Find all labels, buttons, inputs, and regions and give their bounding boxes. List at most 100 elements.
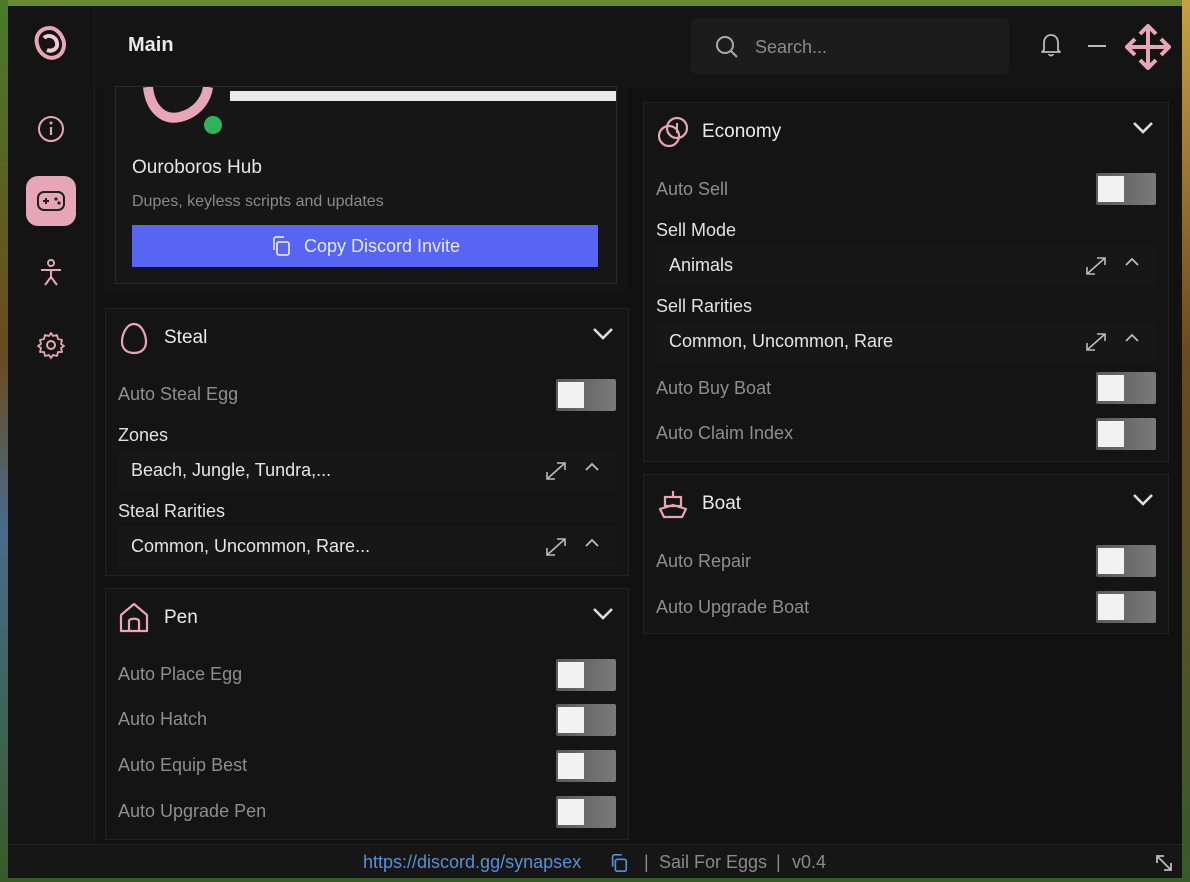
economy-panel: Economy Auto Sell Sell Mode Animals Sell… (643, 102, 1169, 462)
game-name: Sail For Eggs (659, 852, 768, 872)
chevron-down-icon[interactable] (1132, 121, 1154, 135)
discord-server-name: Ouroboros Hub (132, 157, 262, 178)
bell-icon[interactable] (1039, 32, 1063, 58)
steal-rarities-value: Common, Uncommon, Rare... (131, 536, 371, 556)
main-content: Ouroboros Hub Dupes, keyless scripts and… (95, 86, 1182, 844)
auto-upgrade-boat-label: Auto Upgrade Boat (656, 597, 810, 617)
gear-icon (37, 332, 65, 359)
search-icon (716, 36, 738, 58)
resize-icon[interactable] (1154, 853, 1174, 873)
online-status-dot (201, 113, 225, 137)
discord-banner (230, 91, 616, 101)
toggle-knob (558, 707, 584, 733)
chevron-down-icon[interactable] (1132, 493, 1154, 507)
house-icon (119, 602, 149, 633)
toggle-knob (1098, 421, 1124, 447)
expand-icon[interactable] (1084, 331, 1108, 353)
steal-panel: Steal Auto Steal Egg Zones Beach, Jungle… (105, 308, 629, 576)
coins-icon (657, 116, 689, 148)
expand-icon[interactable] (544, 460, 568, 482)
page-title: Main (128, 34, 174, 56)
toggle-knob (558, 753, 584, 779)
boat-icon (658, 491, 688, 519)
zones-value: Beach, Jungle, Tundra,... (131, 460, 332, 480)
chevron-up-icon[interactable] (1124, 333, 1140, 343)
steal-header[interactable]: Steal (106, 309, 628, 367)
copy-link-icon[interactable] (609, 853, 629, 873)
search-input[interactable] (753, 32, 997, 62)
auto-buy-boat-toggle[interactable] (1096, 372, 1156, 404)
pen-title: Pen (164, 607, 198, 628)
chevron-up-icon[interactable] (584, 538, 600, 548)
auto-equip-best-toggle[interactable] (556, 750, 616, 782)
discord-card: Ouroboros Hub Dupes, keyless scripts and… (115, 86, 617, 284)
auto-sell-label: Auto Sell (656, 179, 729, 199)
sidebar-item-settings[interactable] (26, 320, 76, 370)
chevron-down-icon[interactable] (592, 327, 614, 341)
auto-claim-index-label: Auto Claim Index (656, 423, 794, 443)
gamepad-icon (37, 191, 65, 211)
footer-separator: | (776, 852, 781, 872)
toggle-knob (558, 799, 584, 825)
search-box[interactable] (691, 18, 1009, 74)
boat-header[interactable]: Boat (644, 475, 1168, 533)
auto-claim-index-toggle[interactable] (1096, 418, 1156, 450)
chevron-up-icon[interactable] (584, 462, 600, 472)
sidebar-item-player[interactable] (26, 248, 76, 298)
steal-rarities-dropdown[interactable]: Common, Uncommon, Rare... (118, 527, 616, 567)
version-label: v0.4 (792, 852, 827, 872)
zones-dropdown[interactable]: Beach, Jungle, Tundra,... (118, 451, 616, 491)
toggle-knob (1098, 594, 1124, 620)
auto-upgrade-boat-toggle[interactable] (1096, 591, 1156, 623)
chevron-up-icon[interactable] (1124, 257, 1140, 267)
expand-icon[interactable] (1084, 255, 1108, 277)
copy-discord-invite-button[interactable]: Copy Discord Invite (132, 225, 598, 267)
auto-steal-egg-toggle[interactable] (556, 379, 616, 411)
pen-panel: Pen Auto Place Egg Auto Hatch Auto Equip… (105, 588, 629, 840)
auto-repair-label: Auto Repair (656, 551, 752, 571)
hub-window: Main Search... Ouroboros Hub Dupes, keyl… (8, 6, 1182, 878)
copy-icon (273, 236, 290, 256)
pen-header[interactable]: Pen (106, 589, 628, 647)
auto-equip-best-label: Auto Equip Best (118, 755, 248, 775)
discord-description: Dupes, keyless scripts and updates (132, 193, 384, 210)
sell-rarities-label: Sell Rarities (656, 296, 753, 316)
auto-place-egg-label: Auto Place Egg (118, 664, 243, 684)
auto-place-egg-toggle[interactable] (556, 659, 616, 691)
discord-link[interactable]: https://discord.gg/synapsex (363, 852, 581, 873)
copy-discord-invite-label: Copy Discord Invite (303, 235, 461, 256)
toggle-knob (558, 382, 584, 408)
economy-header[interactable]: Economy (644, 103, 1168, 161)
boat-title: Boat (702, 493, 742, 514)
footer: https://discord.gg/synapsex | Sail For E… (8, 844, 1182, 878)
sidebar (8, 6, 95, 844)
auto-buy-boat-label: Auto Buy Boat (656, 378, 772, 398)
sell-mode-label: Sell Mode (656, 220, 737, 240)
move-icon[interactable] (1125, 24, 1171, 70)
toggle-knob (558, 662, 584, 688)
person-icon (41, 259, 61, 286)
zones-label: Zones (118, 425, 169, 445)
sell-mode-dropdown[interactable]: Animals (656, 246, 1156, 286)
sidebar-item-info[interactable] (26, 104, 76, 154)
auto-hatch-toggle[interactable] (556, 704, 616, 736)
sidebar-item-game[interactable] (26, 176, 76, 226)
discord-panel: Ouroboros Hub Dupes, keyless scripts and… (105, 86, 627, 292)
auto-repair-toggle[interactable] (1096, 545, 1156, 577)
auto-sell-toggle[interactable] (1096, 173, 1156, 205)
expand-icon[interactable] (544, 536, 568, 558)
sell-rarities-dropdown[interactable]: Common, Uncommon, Rare (656, 322, 1156, 362)
game-background-left (0, 0, 8, 882)
auto-hatch-label: Auto Hatch (118, 709, 208, 729)
boat-panel: Boat Auto Repair Auto Upgrade Boat (643, 474, 1169, 634)
hub-logo-icon (30, 24, 70, 64)
footer-separator: | (644, 852, 649, 872)
egg-icon (120, 322, 148, 355)
toggle-knob (1098, 375, 1124, 401)
minimize-icon[interactable] (1087, 44, 1107, 48)
chevron-down-icon[interactable] (592, 607, 614, 621)
auto-upgrade-pen-toggle[interactable] (556, 796, 616, 828)
toggle-knob (1098, 176, 1124, 202)
auto-steal-egg-label: Auto Steal Egg (118, 384, 239, 404)
game-background-right (1182, 0, 1190, 882)
